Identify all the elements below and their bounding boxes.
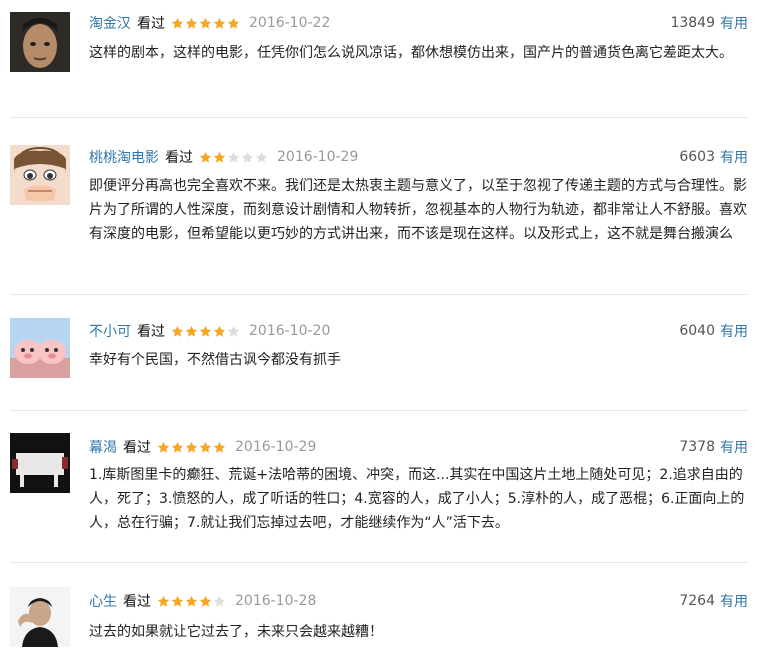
review-text: 过去的如果就让它过去了，未来只会越来越糟！ (89, 624, 383, 640)
star-icon (213, 325, 226, 337)
vote-count: 7378 (679, 439, 715, 455)
vote-count: 6040 (679, 323, 715, 339)
star-rating (171, 325, 241, 338)
star-icon (227, 17, 240, 29)
watch-status: 看过 (123, 440, 151, 456)
review-meta: 心生 看过 2016-10-28 (89, 590, 316, 612)
review-date: 2016-10-29 (277, 149, 359, 165)
useful-button[interactable]: 有用 (720, 591, 748, 611)
review-meta: 幕渴 看过 2016-10-29 (89, 436, 316, 458)
vote-area: 13849 有用 (670, 12, 748, 34)
username-link[interactable]: 桃桃淘电影 (89, 147, 159, 167)
star-icon (213, 595, 226, 607)
star-icon (199, 325, 212, 337)
username-link[interactable]: 幕渴 (89, 437, 117, 457)
star-icon (171, 441, 184, 453)
star-icon (213, 151, 226, 163)
vote-area: 6040 有用 (679, 320, 748, 342)
star-icon (171, 595, 184, 607)
vote-area: 7264 有用 (679, 590, 748, 612)
watch-status: 看过 (165, 150, 193, 166)
review-text: 幸好有个民国，不然借古讽今都没有抓手 (89, 352, 341, 368)
username-link[interactable]: 淘金汉 (89, 13, 131, 33)
star-icon (185, 441, 198, 453)
star-rating (157, 595, 227, 608)
review-date: 2016-10-29 (235, 439, 317, 455)
review-date: 2016-10-22 (249, 15, 331, 31)
username-link[interactable]: 不小可 (89, 321, 131, 341)
review-meta: 桃桃淘电影 看过 2016-10-29 (89, 146, 358, 168)
watch-status: 看过 (137, 16, 165, 32)
star-icon (241, 151, 254, 163)
avatar[interactable] (10, 433, 70, 493)
divider (10, 562, 748, 563)
vote-area: 6603 有用 (679, 146, 748, 168)
star-icon (185, 17, 198, 29)
username-link[interactable]: 心生 (89, 591, 117, 611)
star-rating (171, 17, 241, 30)
avatar[interactable] (10, 587, 70, 647)
avatar[interactable] (10, 12, 70, 72)
useful-button[interactable]: 有用 (720, 321, 748, 341)
star-icon (227, 325, 240, 337)
avatar[interactable] (10, 145, 70, 205)
star-icon (213, 441, 226, 453)
review-meta: 淘金汉 看过 2016-10-22 (89, 12, 330, 34)
star-icon (185, 595, 198, 607)
useful-button[interactable]: 有用 (720, 437, 748, 457)
vote-count: 13849 (670, 15, 715, 31)
review-meta: 不小可 看过 2016-10-20 (89, 320, 330, 342)
divider (10, 410, 748, 411)
star-icon (157, 595, 170, 607)
star-icon (157, 441, 170, 453)
star-icon (199, 595, 212, 607)
star-rating (157, 441, 227, 454)
star-icon (227, 151, 240, 163)
star-icon (199, 441, 212, 453)
star-icon (185, 325, 198, 337)
vote-count: 6603 (679, 149, 715, 165)
star-rating (199, 151, 269, 164)
vote-count: 7264 (679, 593, 715, 609)
star-icon (213, 17, 226, 29)
star-icon (199, 151, 212, 163)
divider (10, 117, 748, 118)
vote-area: 7378 有用 (679, 436, 748, 458)
review-date: 2016-10-20 (249, 323, 331, 339)
divider (10, 294, 748, 295)
star-icon (199, 17, 212, 29)
watch-status: 看过 (137, 324, 165, 340)
star-icon (171, 17, 184, 29)
review-text: 即便评分再高也完全喜欢不来。我们还是太热衷主题与意义了，以至于忽视了传递主题的方… (89, 178, 747, 242)
useful-button[interactable]: 有用 (720, 13, 748, 33)
review-text: 1.库斯图里卡的癫狂、荒诞+法哈蒂的困境、冲突，而这...其实在中国这片土地上随… (89, 467, 745, 531)
review-date: 2016-10-28 (235, 593, 317, 609)
avatar[interactable] (10, 318, 70, 378)
star-icon (255, 151, 268, 163)
star-icon (171, 325, 184, 337)
watch-status: 看过 (123, 594, 151, 610)
review-text: 这样的剧本，这样的电影，任凭你们怎么说风凉话，都休想模仿出来，国产片的普通货色离… (89, 45, 733, 61)
useful-button[interactable]: 有用 (720, 147, 748, 167)
